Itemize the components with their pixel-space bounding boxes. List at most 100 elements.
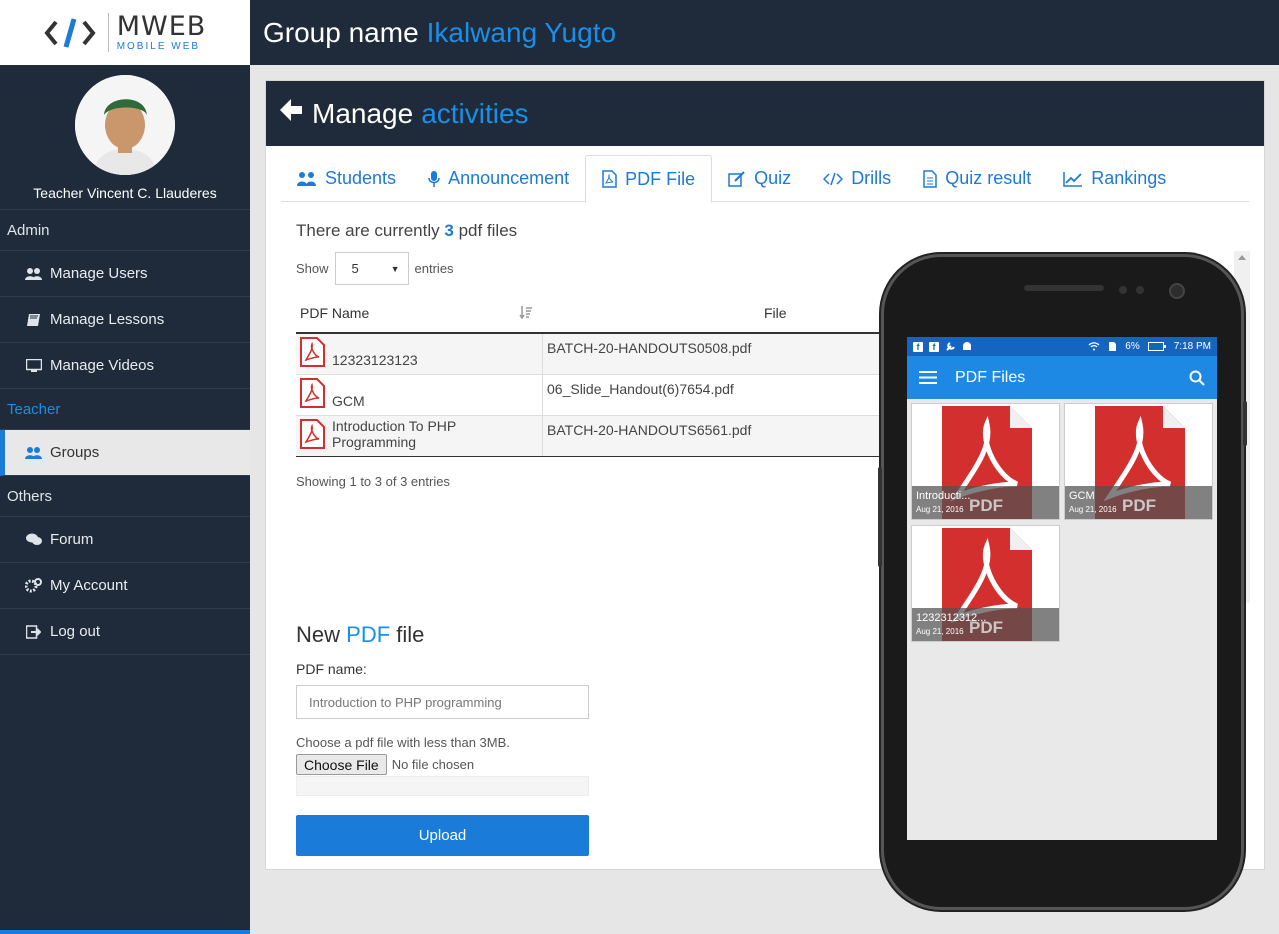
tab-students[interactable]: Students — [281, 155, 412, 202]
input-value: Introduction to PHP programming — [309, 694, 502, 710]
tab-rankings[interactable]: Rankings — [1047, 155, 1182, 202]
code-icon — [823, 172, 844, 185]
new-pdf-title: New PDF file — [296, 622, 424, 648]
sidebar-item-manage-users[interactable]: Manage Users — [0, 251, 250, 297]
file-size-hint: Choose a pdf file with less than 3MB. — [296, 735, 510, 750]
tile-date: Aug 21, 2016 — [916, 505, 964, 514]
logo[interactable]: MWEB MOBILE WEB — [0, 0, 250, 65]
upload-progress-bar — [296, 776, 589, 796]
pdf-count-text: There are currently 3 pdf files — [296, 221, 517, 241]
phone-status-bar: f f 6% 7:18 PM — [907, 337, 1217, 356]
pdf-tile[interactable]: PDF Introducti... Aug 21, 2016 — [911, 403, 1060, 520]
pdf-count: 3 — [444, 221, 454, 240]
tile-pdf-label: PDF — [1122, 496, 1156, 515]
header-label: PDF Name — [300, 304, 370, 321]
tile-title: Introducti... — [916, 490, 971, 502]
tab-quiz-result[interactable]: Quiz result — [907, 155, 1047, 202]
sidebar-item-manage-lessons[interactable]: Manage Lessons — [0, 297, 250, 343]
facebook-icon: f — [929, 341, 939, 352]
gears-icon — [25, 578, 42, 593]
sidebar-item-log-out[interactable]: Log out — [0, 609, 250, 655]
book-icon — [25, 312, 42, 327]
battery-percent: 6% — [1125, 341, 1140, 352]
sidebar-item-label: Log out — [50, 623, 101, 640]
microphone-icon — [428, 170, 440, 187]
tile-pdf-label: PDF — [969, 496, 1003, 515]
pdf-name-input[interactable]: Introduction to PHP programming — [296, 685, 589, 719]
notification-icons: f f — [913, 341, 972, 352]
entries-control: Show 5 ▼ entries — [296, 252, 454, 285]
pdf-file-icon — [300, 337, 325, 367]
card-title-prefix: Manage — [312, 97, 414, 129]
tile-date: Aug 21, 2016 — [916, 627, 964, 636]
sidebar-item-forum[interactable]: Forum — [0, 517, 250, 563]
pdf-file-icon — [300, 419, 325, 449]
scroll-up-icon[interactable] — [1238, 255, 1246, 260]
tab-pdf-file[interactable]: PDF File — [585, 155, 713, 203]
section-admin: Admin — [0, 210, 250, 251]
sidebar-item-my-account[interactable]: My Account — [0, 563, 250, 609]
line-chart-icon — [1063, 171, 1083, 187]
menu-icon[interactable] — [919, 371, 937, 384]
phone-power-button — [1243, 401, 1247, 446]
column-header-pdf-name[interactable]: PDF Name — [296, 305, 543, 321]
title-suffix: file — [396, 622, 425, 647]
phone-speaker — [1024, 285, 1104, 291]
tab-label: Announcement — [448, 168, 570, 188]
phone-mockup: f f 6% 7:18 PM PDF Files PDF Introducti.… — [878, 254, 1247, 910]
sidebar-item-label: Manage Users — [50, 265, 148, 282]
tab-label: Rankings — [1091, 168, 1167, 188]
no-file-chosen: No file chosen — [391, 757, 475, 772]
sidebar: MWEB MOBILE WEB Teacher Vincent C. Llaud… — [0, 0, 250, 934]
sim-icon — [1109, 342, 1117, 351]
title-accent: PDF — [346, 622, 391, 647]
page-header: Group name Ikalwang Yugto — [250, 0, 1279, 65]
caret-down-icon: ▼ — [390, 263, 400, 274]
file-picker: Choose File No file chosen — [296, 754, 474, 775]
tile-date: Aug 21, 2016 — [1069, 505, 1117, 514]
phone-volume-button — [878, 467, 882, 567]
monitor-icon — [25, 358, 42, 373]
avatar — [75, 75, 175, 175]
card-header: Manage activities — [266, 81, 1264, 146]
users-icon — [25, 266, 42, 281]
sidebar-item-label: Forum — [50, 531, 94, 548]
pdf-tile[interactable]: PDF GCM Aug 21, 2016 — [1064, 403, 1213, 520]
tab-announcement[interactable]: Announcement — [412, 155, 585, 202]
code-logo-icon — [44, 17, 96, 48]
cell-pdf-name: 12323123123 — [296, 334, 543, 374]
tab-drills[interactable]: Drills — [807, 155, 907, 202]
profile: Teacher Vincent C. Llauderes — [0, 65, 250, 210]
tab-quiz[interactable]: Quiz — [712, 155, 807, 202]
tab-label: Students — [325, 168, 397, 188]
android-icon — [963, 342, 971, 350]
wrench-icon — [946, 342, 955, 351]
tab-bar: Students Announcement PDF File Quiz Dril… — [281, 155, 1249, 203]
sidebar-item-manage-videos[interactable]: Manage Videos — [0, 343, 250, 389]
pdf-tile[interactable]: PDF 1232312312... Aug 21, 2016 — [911, 525, 1060, 642]
search-icon[interactable] — [1189, 370, 1205, 386]
show-label: Show — [296, 261, 329, 276]
sidebar-item-label: Manage Lessons — [50, 311, 165, 328]
sidebar-item-groups[interactable]: Groups — [0, 430, 250, 476]
upload-button[interactable]: Upload — [296, 815, 589, 856]
comments-icon — [25, 532, 42, 547]
header-label: File — [764, 304, 787, 321]
group-name-value: Ikalwang Yugto — [426, 16, 617, 48]
sidebar-item-label: Manage Videos — [50, 357, 154, 374]
pdf-file-icon — [602, 170, 617, 188]
back-arrow-icon[interactable] — [278, 97, 304, 130]
phone-sensor — [1136, 286, 1144, 294]
status-time: 7:18 PM — [1173, 341, 1211, 352]
tile-title: GCM — [1069, 490, 1095, 502]
sidebar-bottom-bar — [0, 930, 250, 934]
entries-label: entries — [414, 261, 454, 276]
tab-label: PDF File — [625, 168, 696, 189]
facebook-icon: f — [913, 341, 923, 352]
phone-app-title: PDF Files — [955, 368, 1026, 386]
choose-file-button[interactable]: Choose File — [296, 754, 387, 775]
appbar-left: PDF Files — [919, 369, 1025, 387]
phone-camera-icon — [1169, 283, 1185, 299]
entries-select[interactable]: 5 ▼ — [334, 252, 409, 285]
phone-sensor — [1119, 286, 1127, 294]
